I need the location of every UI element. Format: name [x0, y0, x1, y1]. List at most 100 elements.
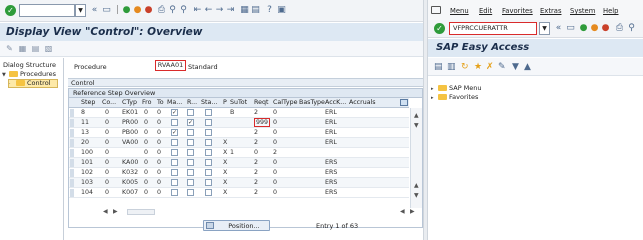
row-selector[interactable]	[70, 169, 74, 177]
ok-icon[interactable]: ✓	[434, 23, 445, 34]
horizontal-scrollbar-end[interactable]: ◀ ▶	[396, 208, 420, 217]
find-next-icon[interactable]: ⚲	[178, 5, 189, 16]
row-selector[interactable]	[70, 109, 74, 117]
required-checkbox[interactable]	[187, 159, 194, 166]
scroll-thumb[interactable]	[127, 209, 155, 215]
scroll-left-icon[interactable]: ◀	[103, 208, 108, 215]
menu-item-favorites[interactable]: Favorites	[502, 7, 533, 15]
ok-icon[interactable]: ✓	[5, 5, 16, 16]
cancel-icon[interactable]: ●	[600, 23, 611, 34]
layout-icon[interactable]: ▦	[239, 5, 250, 16]
column-header-accruals[interactable]: Accruals	[349, 99, 376, 106]
statistical-checkbox[interactable]	[205, 189, 212, 196]
edit-toggle-icon[interactable]: ✎	[5, 44, 14, 53]
last-page-icon[interactable]: ⇥	[225, 5, 236, 16]
manual-checkbox[interactable]	[171, 189, 178, 196]
collapse-icon[interactable]: ▲	[524, 62, 531, 72]
menu-item-extras[interactable]: Extras	[540, 7, 561, 15]
table-row[interactable]: 20 0 VA00 0 0 X 2 0 ERL	[69, 138, 409, 148]
select-all-icon[interactable]: ▦	[18, 44, 27, 53]
table-row[interactable]: 100 0 0 0 X 1 0 2	[69, 148, 409, 158]
column-header-bastype[interactable]: BasType	[299, 99, 325, 106]
table-settings-icon[interactable]	[400, 99, 408, 106]
statistical-checkbox[interactable]	[205, 159, 212, 166]
manual-checkbox[interactable]: ✓	[171, 129, 178, 136]
row-selector[interactable]	[70, 189, 74, 197]
command-dropdown[interactable]: ▼	[539, 22, 550, 35]
required-checkbox[interactable]: ✓	[187, 119, 194, 126]
scroll-left-icon[interactable]: ◀	[400, 208, 405, 215]
table-row[interactable]: 8 0 EK01 0 0 B 2 0 ERL ✓	[69, 108, 409, 118]
back-icon[interactable]: ●	[121, 5, 132, 16]
scroll-down-icon[interactable]: ▼	[414, 122, 419, 129]
statistical-checkbox[interactable]	[205, 139, 212, 146]
column-header-to[interactable]: To	[157, 99, 164, 106]
help-icon[interactable]: ?	[264, 5, 275, 16]
statistical-checkbox[interactable]	[205, 179, 212, 186]
scroll-down-icon[interactable]: ▼	[414, 192, 419, 199]
layout2-icon[interactable]: ▤	[250, 5, 261, 16]
change-favorite-icon[interactable]: ✎	[498, 62, 506, 72]
column-header-print[interactable]: P	[223, 99, 227, 106]
column-header-statistical[interactable]: Sta...	[201, 99, 217, 106]
menu-item-help[interactable]: Help	[603, 7, 619, 15]
double-chevron-icon[interactable]: «	[553, 23, 564, 34]
position-button[interactable]: Position...	[203, 220, 270, 231]
table-row[interactable]: 104 0 K007 0 0 X 2 0 ERS	[69, 188, 409, 198]
manual-checkbox[interactable]	[171, 159, 178, 166]
previous-page-icon[interactable]: ←	[203, 5, 214, 16]
row-selector[interactable]	[70, 119, 74, 127]
back-icon[interactable]: ●	[578, 23, 589, 34]
menu-item-menu[interactable]: Menu	[450, 7, 469, 15]
add-favorite-icon[interactable]: ★	[474, 62, 482, 72]
scroll-right-icon[interactable]: ▶	[113, 208, 118, 215]
first-page-icon[interactable]: ⇤	[192, 5, 203, 16]
statistical-checkbox[interactable]	[205, 129, 212, 136]
row-selector[interactable]	[70, 179, 74, 187]
required-checkbox[interactable]	[187, 189, 194, 196]
manual-checkbox[interactable]	[171, 179, 178, 186]
tree-node-sap-menu[interactable]: ▸ SAP Menu	[431, 84, 482, 92]
required-checkbox[interactable]	[187, 169, 194, 176]
statistical-checkbox[interactable]	[205, 149, 212, 156]
manual-checkbox[interactable]	[171, 119, 178, 126]
cancel-icon[interactable]: ●	[143, 5, 154, 16]
expand-triangle-icon[interactable]: ▸	[431, 95, 438, 101]
statistical-checkbox[interactable]	[205, 169, 212, 176]
scroll-up-icon[interactable]: ▲	[414, 112, 419, 119]
required-checkbox[interactable]	[187, 139, 194, 146]
settings-icon[interactable]: ▣	[276, 5, 287, 16]
tree-node-control[interactable]: · Control	[8, 79, 58, 88]
column-header-subtotal[interactable]: SuTot	[230, 99, 247, 106]
column-header-manual[interactable]: Ma...	[167, 99, 182, 106]
column-header-acckey[interactable]: AccK...	[325, 99, 346, 106]
vertical-scrollbar[interactable]: ▲ ▼ ▲ ▼	[410, 108, 422, 208]
exit-icon[interactable]: ●	[132, 5, 143, 16]
procedure-value-field[interactable]: RVAA01	[155, 60, 186, 71]
sap-menu-icon[interactable]: ▥	[447, 62, 456, 72]
delete-favorite-icon[interactable]: ✗	[486, 62, 494, 72]
column-header-ctyp[interactable]: CTyp	[122, 99, 137, 106]
table-row[interactable]: 102 0 K032 0 0 X 2 0 ERS	[69, 168, 409, 178]
print-icon[interactable]: ⎙	[156, 5, 167, 16]
print-icon[interactable]: ⎙	[614, 23, 625, 34]
statistical-checkbox[interactable]	[205, 119, 212, 126]
user-menu-icon[interactable]: ▤	[434, 62, 443, 72]
manual-checkbox[interactable]	[171, 139, 178, 146]
menu-exit-icon[interactable]	[431, 6, 441, 14]
horizontal-scrollbar[interactable]: ◀ ▶	[97, 208, 177, 217]
deselect-icon[interactable]: ▤	[31, 44, 40, 53]
row-selector[interactable]	[70, 149, 74, 157]
table-row[interactable]: 101 0 KA00 0 0 X 2 0 ERS	[69, 158, 409, 168]
column-header-counter[interactable]: Co...	[102, 99, 116, 106]
command-field[interactable]	[19, 4, 75, 17]
row-selector[interactable]	[70, 129, 74, 137]
scroll-right-icon[interactable]: ▶	[410, 208, 415, 215]
column-header-step[interactable]: Step	[81, 99, 95, 106]
next-page-icon[interactable]: →	[214, 5, 225, 16]
expand-triangle-icon[interactable]: ▼	[2, 71, 9, 79]
exit-icon[interactable]: ●	[589, 23, 600, 34]
details-icon[interactable]: ▧	[44, 44, 53, 53]
required-checkbox[interactable]	[187, 179, 194, 186]
statistical-checkbox[interactable]	[205, 109, 212, 116]
